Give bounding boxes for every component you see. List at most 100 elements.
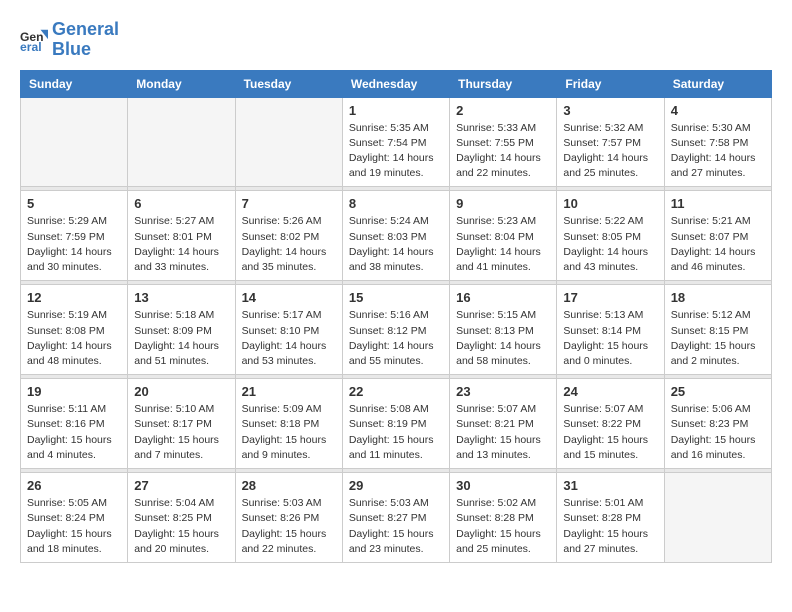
calendar-day: 10 Sunrise: 5:22 AM Sunset: 8:05 PM Dayli… [557,191,664,281]
day-number: 24 [563,384,657,399]
calendar-day: 3 Sunrise: 5:32 AM Sunset: 7:57 PM Daylig… [557,97,664,187]
calendar-day: 5Sunrise: 5:29 AM Sunset: 7:59 PM Daylig… [21,191,128,281]
day-info: Sunrise: 5:27 AM Sunset: 8:01 PM Dayligh… [134,214,228,275]
calendar-day: 24 Sunrise: 5:07 AM Sunset: 8:22 PM Dayli… [557,379,664,469]
day-number: 6 [134,196,228,211]
day-number: 23 [456,384,550,399]
day-number: 17 [563,290,657,305]
calendar-table: SundayMondayTuesdayWednesdayThursdayFrid… [20,70,772,563]
day-number: 30 [456,478,550,493]
day-header-saturday: Saturday [664,70,771,97]
calendar-day: 17Sunrise: 5:13 AM Sunset: 8:14 PM Dayli… [557,285,664,375]
day-info: Sunrise: 5:24 AM Sunset: 8:03 PM Dayligh… [349,214,443,275]
day-number: 9 [456,196,550,211]
day-number: 14 [242,290,336,305]
calendar-day: 22 Sunrise: 5:08 AM Sunset: 8:19 PM Dayli… [342,379,449,469]
day-number: 27 [134,478,228,493]
day-info: Sunrise: 5:17 AM Sunset: 8:10 PM Dayligh… [242,308,336,369]
day-info: Sunrise: 5:15 AM Sunset: 8:13 PM Dayligh… [456,308,550,369]
calendar-day [664,473,771,563]
day-number: 10 [563,196,657,211]
day-info: Sunrise: 5:04 AM Sunset: 8:25 PM Dayligh… [134,496,228,557]
calendar-week-4: 19 Sunrise: 5:11 AM Sunset: 8:16 PM Dayli… [21,379,772,469]
day-header-thursday: Thursday [450,70,557,97]
calendar-day: 2 Sunrise: 5:33 AM Sunset: 7:55 PM Daylig… [450,97,557,187]
calendar-day: 7Sunrise: 5:26 AM Sunset: 8:02 PM Daylig… [235,191,342,281]
svg-text:eral: eral [20,40,42,54]
calendar-day: 6 Sunrise: 5:27 AM Sunset: 8:01 PM Daylig… [128,191,235,281]
day-header-friday: Friday [557,70,664,97]
calendar-day: 18 Sunrise: 5:12 AM Sunset: 8:15 PM Dayli… [664,285,771,375]
day-number: 13 [134,290,228,305]
day-number: 3 [563,103,657,118]
day-header-sunday: Sunday [21,70,128,97]
day-info: Sunrise: 5:09 AM Sunset: 8:18 PM Dayligh… [242,402,336,463]
day-info: Sunrise: 5:19 AM Sunset: 8:08 PM Dayligh… [27,308,121,369]
day-info: Sunrise: 5:03 AM Sunset: 8:27 PM Dayligh… [349,496,443,557]
day-number: 21 [242,384,336,399]
day-number: 22 [349,384,443,399]
calendar-day: 9 Sunrise: 5:23 AM Sunset: 8:04 PM Daylig… [450,191,557,281]
calendar-day: 20 Sunrise: 5:10 AM Sunset: 8:17 PM Dayli… [128,379,235,469]
logo-text: GeneralBlue [52,20,119,60]
day-info: Sunrise: 5:02 AM Sunset: 8:28 PM Dayligh… [456,496,550,557]
page-header: Gen eral GeneralBlue [20,20,772,60]
day-info: Sunrise: 5:18 AM Sunset: 8:09 PM Dayligh… [134,308,228,369]
calendar-week-3: 12 Sunrise: 5:19 AM Sunset: 8:08 PM Dayli… [21,285,772,375]
day-info: Sunrise: 5:06 AM Sunset: 8:23 PM Dayligh… [671,402,765,463]
day-info: Sunrise: 5:22 AM Sunset: 8:05 PM Dayligh… [563,214,657,275]
day-number: 4 [671,103,765,118]
day-number: 16 [456,290,550,305]
calendar-header-row: SundayMondayTuesdayWednesdayThursdayFrid… [21,70,772,97]
calendar-day: 16 Sunrise: 5:15 AM Sunset: 8:13 PM Dayli… [450,285,557,375]
day-info: Sunrise: 5:03 AM Sunset: 8:26 PM Dayligh… [242,496,336,557]
calendar-day: 13 Sunrise: 5:18 AM Sunset: 8:09 PM Dayli… [128,285,235,375]
day-info: Sunrise: 5:35 AM Sunset: 7:54 PM Dayligh… [349,121,443,182]
logo-icon: Gen eral [20,26,48,54]
calendar-day: 23Sunrise: 5:07 AM Sunset: 8:21 PM Dayli… [450,379,557,469]
calendar-day: 28 Sunrise: 5:03 AM Sunset: 8:26 PM Dayli… [235,473,342,563]
day-info: Sunrise: 5:08 AM Sunset: 8:19 PM Dayligh… [349,402,443,463]
day-info: Sunrise: 5:11 AM Sunset: 8:16 PM Dayligh… [27,402,121,463]
day-info: Sunrise: 5:33 AM Sunset: 7:55 PM Dayligh… [456,121,550,182]
calendar-day: 4 Sunrise: 5:30 AM Sunset: 7:58 PM Daylig… [664,97,771,187]
calendar-day [21,97,128,187]
calendar-week-5: 26 Sunrise: 5:05 AM Sunset: 8:24 PM Dayli… [21,473,772,563]
day-info: Sunrise: 5:10 AM Sunset: 8:17 PM Dayligh… [134,402,228,463]
calendar-day: 15Sunrise: 5:16 AM Sunset: 8:12 PM Dayli… [342,285,449,375]
day-info: Sunrise: 5:21 AM Sunset: 8:07 PM Dayligh… [671,214,765,275]
day-number: 20 [134,384,228,399]
day-number: 25 [671,384,765,399]
day-number: 18 [671,290,765,305]
day-number: 12 [27,290,121,305]
calendar-day: 1Sunrise: 5:35 AM Sunset: 7:54 PM Daylig… [342,97,449,187]
calendar-day: 19 Sunrise: 5:11 AM Sunset: 8:16 PM Dayli… [21,379,128,469]
day-number: 19 [27,384,121,399]
calendar-day [128,97,235,187]
day-info: Sunrise: 5:12 AM Sunset: 8:15 PM Dayligh… [671,308,765,369]
day-header-tuesday: Tuesday [235,70,342,97]
day-number: 26 [27,478,121,493]
calendar-day: 14 Sunrise: 5:17 AM Sunset: 8:10 PM Dayli… [235,285,342,375]
calendar-week-2: 5Sunrise: 5:29 AM Sunset: 7:59 PM Daylig… [21,191,772,281]
day-info: Sunrise: 5:30 AM Sunset: 7:58 PM Dayligh… [671,121,765,182]
day-number: 15 [349,290,443,305]
day-info: Sunrise: 5:29 AM Sunset: 7:59 PM Dayligh… [27,214,121,275]
calendar-day: 29Sunrise: 5:03 AM Sunset: 8:27 PM Dayli… [342,473,449,563]
day-info: Sunrise: 5:32 AM Sunset: 7:57 PM Dayligh… [563,121,657,182]
day-info: Sunrise: 5:07 AM Sunset: 8:22 PM Dayligh… [563,402,657,463]
day-info: Sunrise: 5:23 AM Sunset: 8:04 PM Dayligh… [456,214,550,275]
day-header-wednesday: Wednesday [342,70,449,97]
calendar-day: 21 Sunrise: 5:09 AM Sunset: 8:18 PM Dayli… [235,379,342,469]
calendar-day: 31Sunrise: 5:01 AM Sunset: 8:28 PM Dayli… [557,473,664,563]
day-number: 28 [242,478,336,493]
calendar-day: 27 Sunrise: 5:04 AM Sunset: 8:25 PM Dayli… [128,473,235,563]
calendar-day: 8Sunrise: 5:24 AM Sunset: 8:03 PM Daylig… [342,191,449,281]
calendar-day: 25 Sunrise: 5:06 AM Sunset: 8:23 PM Dayli… [664,379,771,469]
day-info: Sunrise: 5:05 AM Sunset: 8:24 PM Dayligh… [27,496,121,557]
day-number: 2 [456,103,550,118]
day-number: 11 [671,196,765,211]
calendar-day [235,97,342,187]
day-info: Sunrise: 5:01 AM Sunset: 8:28 PM Dayligh… [563,496,657,557]
calendar-week-1: 1Sunrise: 5:35 AM Sunset: 7:54 PM Daylig… [21,97,772,187]
